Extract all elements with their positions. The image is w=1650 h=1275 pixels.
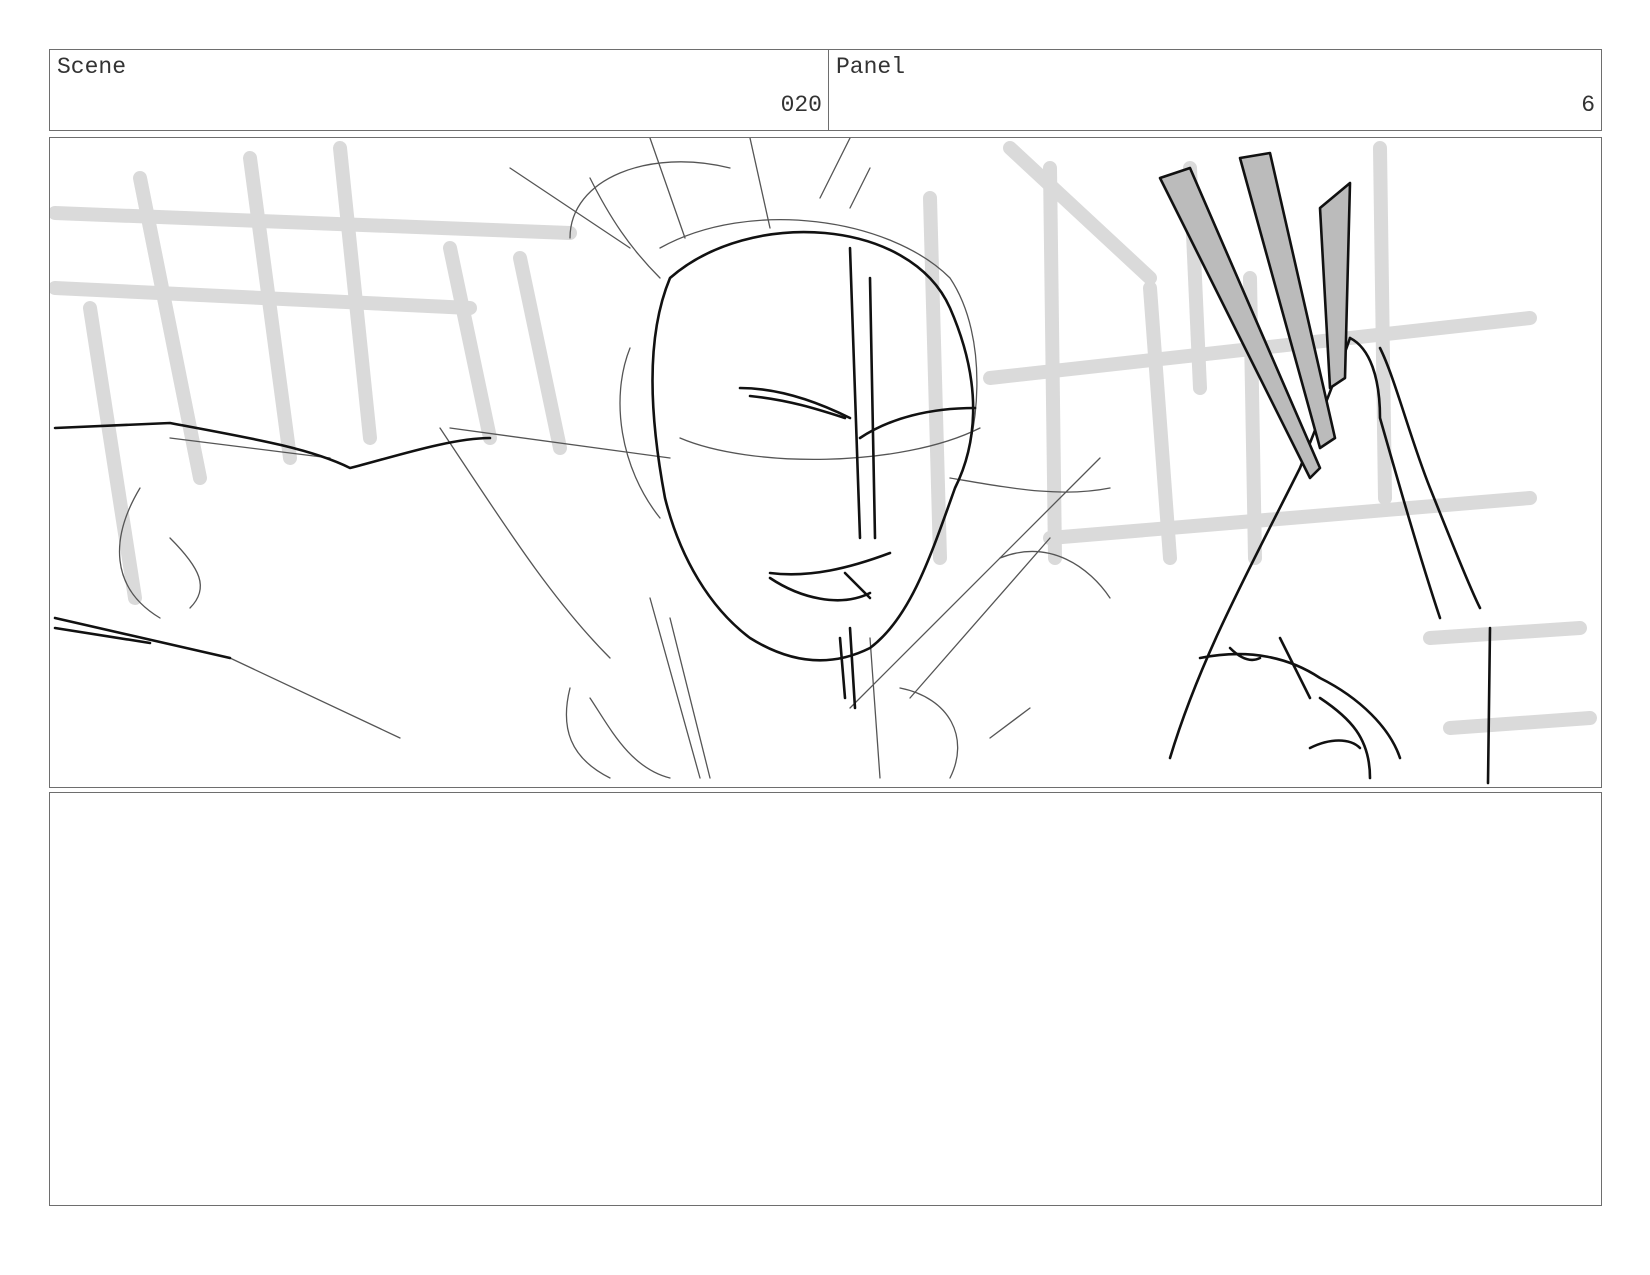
notes-area[interactable] [49, 792, 1602, 1206]
scene-label: Scene [57, 54, 127, 80]
panel-cell: Panel 6 [828, 49, 1602, 131]
scene-cell: Scene 020 [49, 49, 829, 131]
background-beams [50, 141, 1597, 735]
panel-label: Panel [836, 54, 906, 80]
sketch-drawing [50, 138, 1597, 785]
construction-lines [118, 138, 1111, 779]
storyboard-frame [49, 137, 1602, 788]
scene-number: 020 [780, 92, 822, 118]
panel-number: 6 [1581, 92, 1595, 118]
